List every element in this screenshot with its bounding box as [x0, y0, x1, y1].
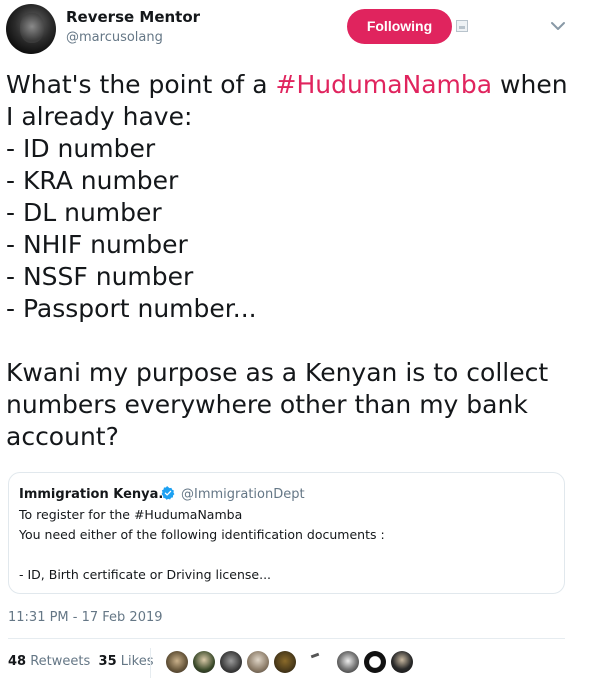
retweets-count: 48 [8, 654, 27, 669]
following-button[interactable]: Following [347, 9, 452, 44]
divider [8, 638, 565, 639]
retweets-stat[interactable]: 48 Retweets [8, 654, 90, 669]
liker-avatar[interactable] [337, 651, 359, 673]
verified-badge-icon [161, 486, 175, 500]
tweet-text-intro: What's the point of a [6, 70, 276, 99]
tweet-header: Reverse Mentor @marcusolang Following [0, 0, 590, 62]
hashtag-link[interactable]: #HudumaNamba [276, 70, 493, 99]
liker-avatar[interactable] [274, 651, 296, 673]
liker-avatar[interactable] [391, 651, 413, 673]
author-avatar[interactable] [6, 4, 56, 54]
tweet-timestamp[interactable]: 11:31 PM - 17 Feb 2019 [8, 610, 163, 625]
chevron-down-icon[interactable] [548, 18, 568, 34]
quoted-author-handle[interactable]: @ImmigrationDept [181, 487, 305, 502]
engagement-stats: 48 Retweets 35 Likes [8, 654, 153, 669]
quoted-author-name[interactable]: Immigration Kenya. [19, 487, 163, 502]
retweets-label: Retweets [30, 654, 91, 669]
liker-avatar-fragment [310, 652, 320, 659]
avatar-face [20, 13, 44, 43]
liker-avatar[interactable] [166, 651, 188, 673]
likes-count: 35 [98, 654, 117, 669]
stats-separator [150, 648, 151, 678]
liker-avatar[interactable] [193, 651, 215, 673]
liker-avatar[interactable] [247, 651, 269, 673]
quoted-text-line: To register for the #HudumaNamba [19, 507, 243, 522]
author-handle[interactable]: @marcusolang [66, 30, 163, 45]
quoted-text-line: - ID, Birth certificate or Driving licen… [19, 567, 272, 582]
quoted-tweet[interactable]: Immigration Kenya. @ImmigrationDept To r… [8, 472, 565, 594]
likes-stat[interactable]: 35 Likes [99, 654, 154, 669]
tweet-text-body: when I already have: - ID number - KRA n… [6, 70, 568, 451]
likes-label: Likes [120, 654, 154, 669]
quoted-text-line: You need either of the following identif… [19, 527, 385, 542]
liker-avatar[interactable] [364, 651, 386, 673]
liker-avatar[interactable] [220, 651, 242, 673]
author-display-name[interactable]: Reverse Mentor [66, 8, 200, 26]
image-icon [456, 20, 468, 32]
tweet-text: What's the point of a #HudumaNamba when … [6, 69, 581, 453]
